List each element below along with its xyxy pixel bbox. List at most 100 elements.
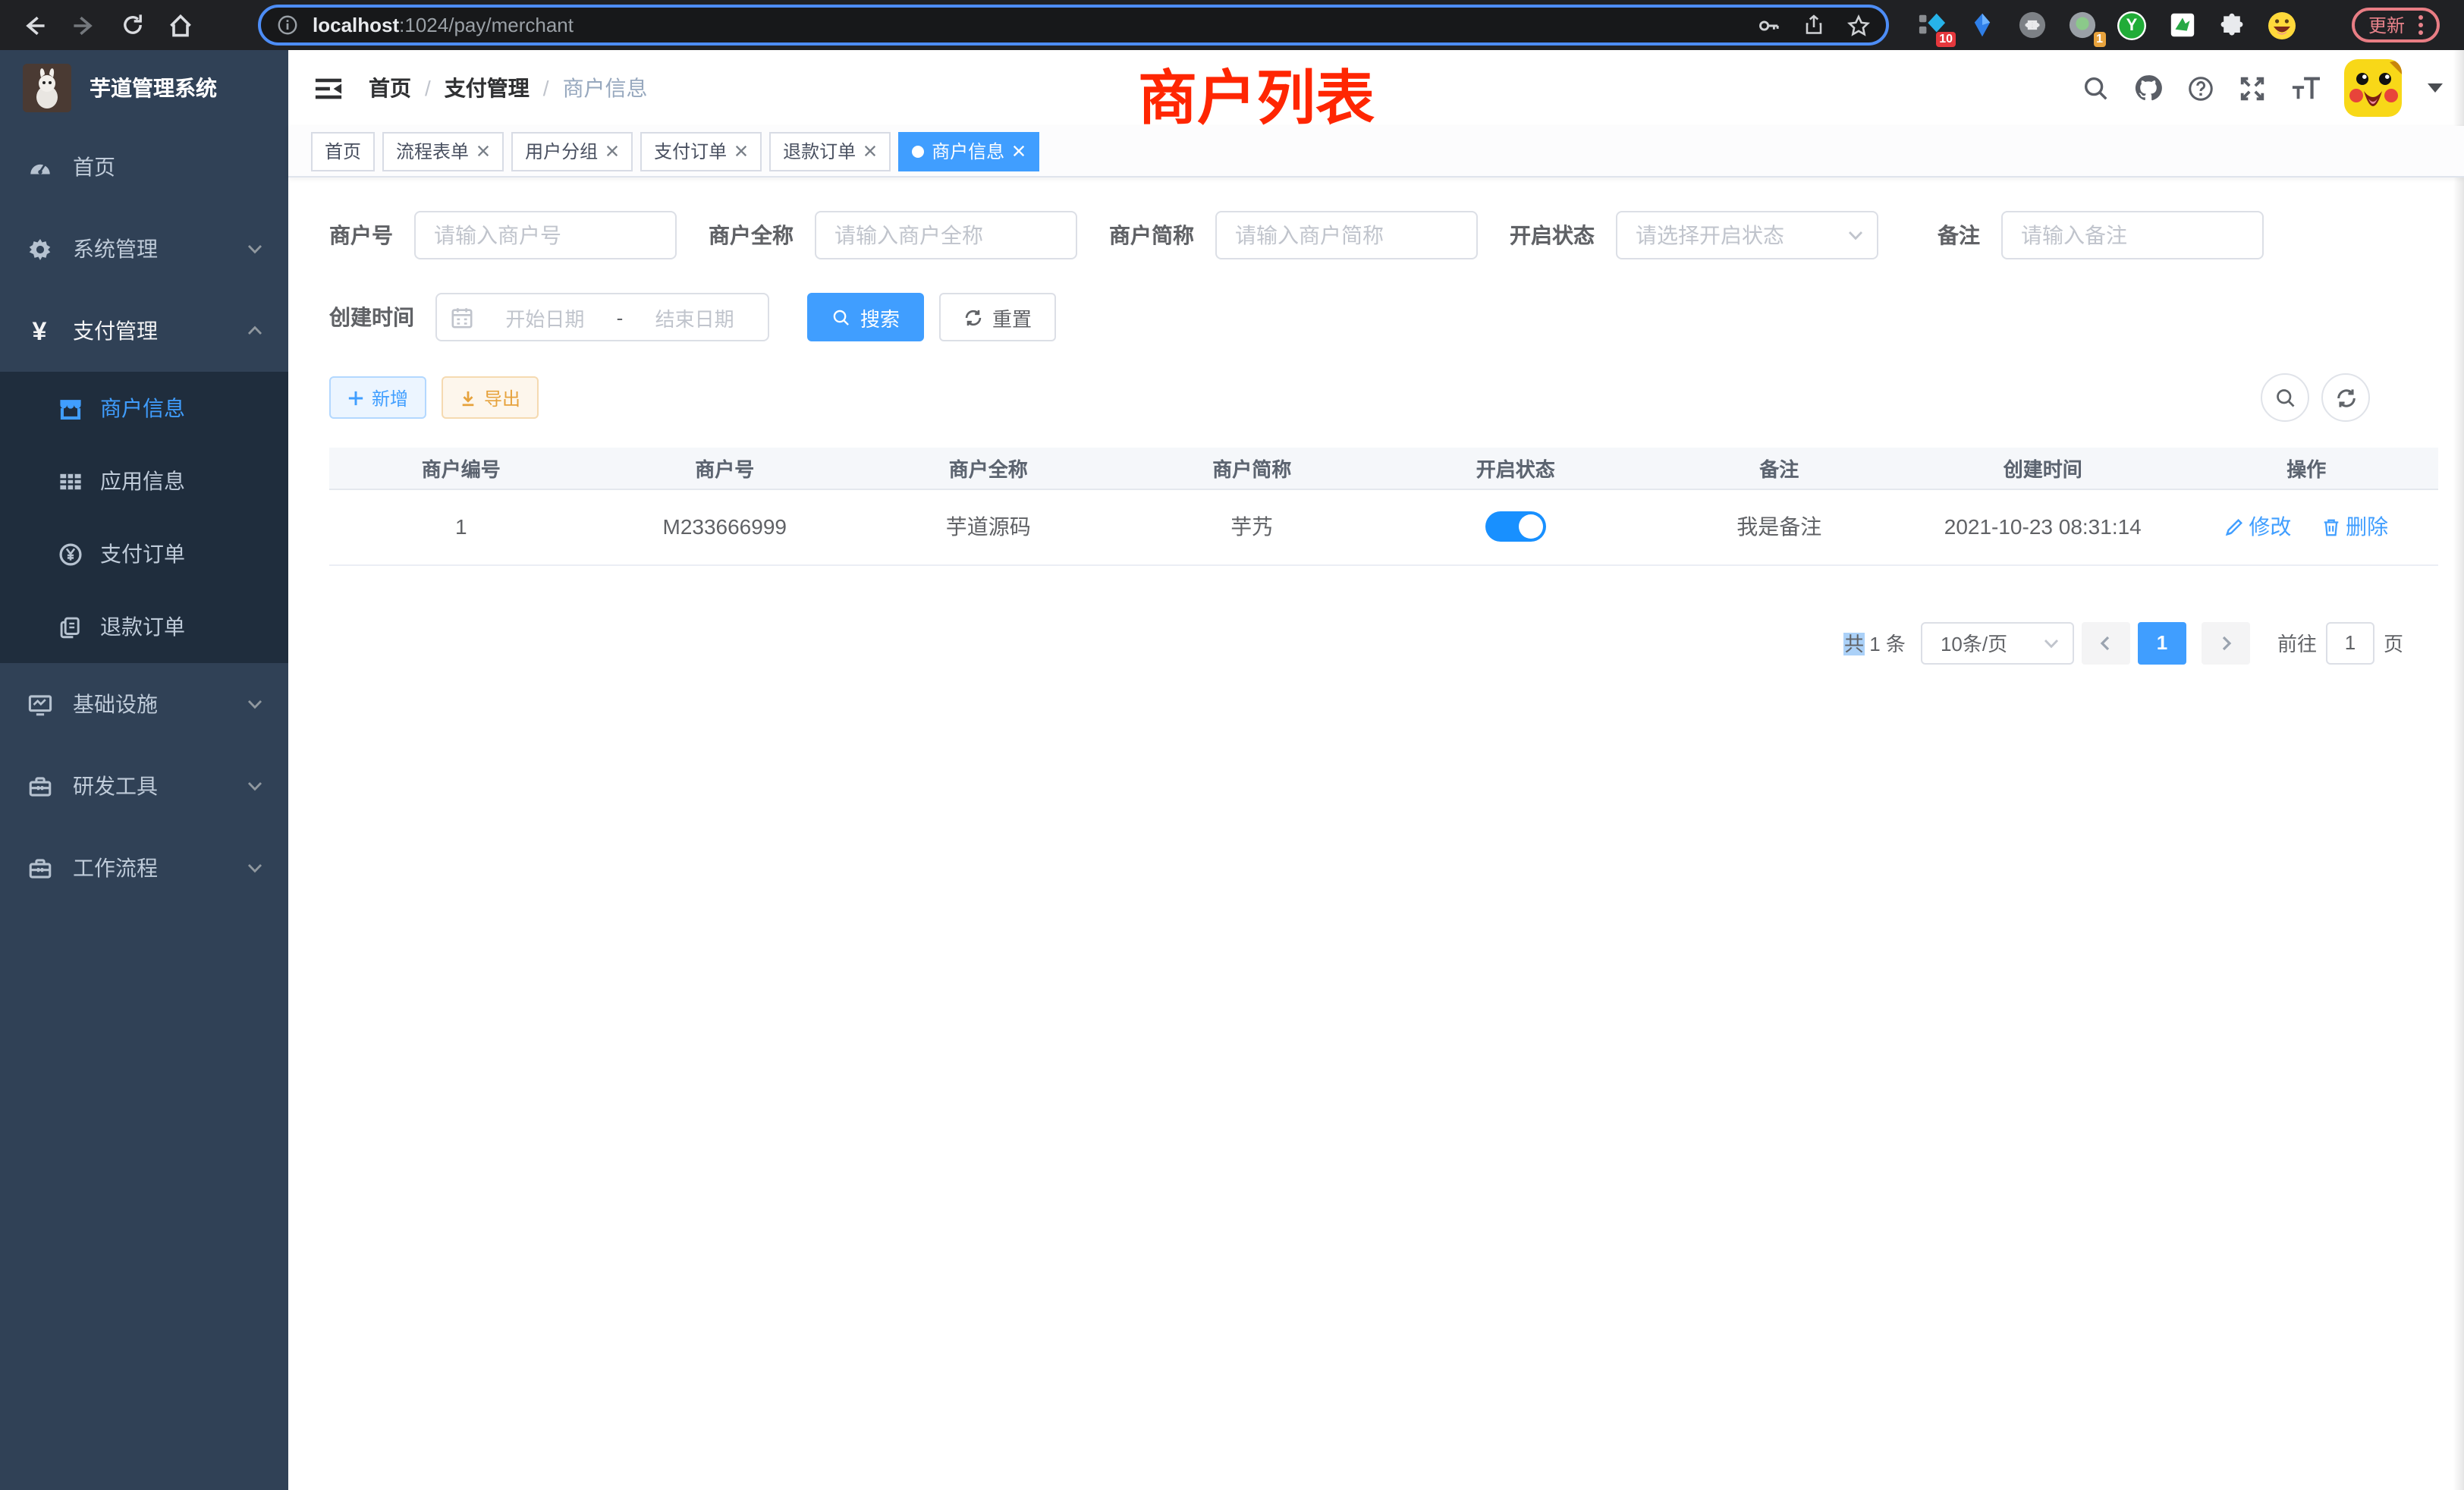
browser-toolbar: localhost:1024/pay/merchant 10 1 Y bbox=[0, 0, 2464, 50]
navbar-actions bbox=[2082, 59, 2443, 117]
header-search-icon[interactable] bbox=[2082, 74, 2110, 102]
full-name-input[interactable] bbox=[815, 211, 1077, 259]
breadcrumb-section[interactable]: 支付管理 bbox=[445, 73, 530, 103]
documents-icon bbox=[56, 614, 83, 640]
goto-label: 前往 bbox=[2277, 628, 2317, 657]
col-created-at: 创建时间 bbox=[1911, 448, 2175, 489]
range-separator: - bbox=[617, 306, 624, 328]
short-name-label: 商户简称 bbox=[1109, 220, 1194, 250]
merchant-no-input[interactable] bbox=[414, 211, 677, 259]
screen: localhost:1024/pay/merchant 10 1 Y bbox=[0, 0, 2464, 1490]
sidebar-item-dev-tools[interactable]: 研发工具 bbox=[0, 745, 288, 827]
github-icon[interactable] bbox=[2133, 73, 2164, 103]
sidebar-item-payment[interactable]: ¥ 支付管理 bbox=[0, 290, 288, 372]
extension-diamond-icon[interactable]: 10 bbox=[1916, 10, 1947, 40]
browser-menu-icon[interactable] bbox=[2418, 15, 2423, 35]
breadcrumb-separator: / bbox=[543, 76, 549, 100]
tab-home[interactable]: 首页 bbox=[311, 131, 375, 171]
browser-home-icon[interactable] bbox=[161, 5, 200, 45]
extension-kite-icon[interactable] bbox=[1966, 10, 1997, 40]
close-icon[interactable] bbox=[734, 144, 748, 158]
chevron-up-icon bbox=[246, 322, 264, 340]
tab-pay-orders[interactable]: 支付订单 bbox=[640, 131, 762, 171]
sidebar-item-home[interactable]: 首页 bbox=[0, 126, 288, 208]
status-select[interactable] bbox=[1616, 211, 1878, 259]
chrome-update-button[interactable]: 更新 bbox=[2352, 8, 2440, 42]
font-size-icon[interactable] bbox=[2290, 74, 2321, 102]
tab-process-form[interactable]: 流程表单 bbox=[382, 131, 504, 171]
refresh-button[interactable] bbox=[2321, 373, 2370, 422]
page-content: 商户号 商户全称 商户简称 开启状态 bbox=[288, 178, 2464, 1490]
start-date-placeholder[interactable]: 开始日期 bbox=[486, 303, 605, 332]
extension-proxy-icon[interactable]: 1 bbox=[2066, 10, 2097, 40]
export-button[interactable]: 导出 bbox=[442, 376, 539, 419]
end-date-placeholder[interactable]: 结束日期 bbox=[635, 303, 754, 332]
status-toggle-on[interactable] bbox=[1485, 511, 1546, 542]
edit-link[interactable]: 修改 bbox=[2224, 511, 2291, 542]
app-logo-row[interactable]: 芋道管理系统 bbox=[0, 50, 288, 126]
sidebar-item-merchant-info[interactable]: 商户信息 bbox=[0, 372, 288, 445]
main-area: 首页 / 支付管理 / 商户信息 首页 bbox=[288, 50, 2464, 1490]
date-range-picker[interactable]: 开始日期 - 结束日期 bbox=[435, 293, 769, 341]
prev-page-button[interactable] bbox=[2082, 621, 2130, 664]
sidebar-item-workflow[interactable]: 工作流程 bbox=[0, 827, 288, 909]
extension-y-icon[interactable]: Y bbox=[2117, 10, 2147, 40]
sidebar-item-infrastructure[interactable]: 基础设施 bbox=[0, 663, 288, 745]
cell-created-at: 2021-10-23 08:31:14 bbox=[1911, 489, 2175, 564]
hide-search-button[interactable] bbox=[2261, 373, 2309, 422]
yen-circle-icon bbox=[56, 541, 83, 567]
sidebar-item-system[interactable]: 系统管理 bbox=[0, 208, 288, 290]
short-name-input[interactable] bbox=[1215, 211, 1478, 259]
delete-link[interactable]: 删除 bbox=[2321, 511, 2388, 542]
tab-merchant-info[interactable]: 商户信息 bbox=[898, 131, 1039, 171]
share-icon[interactable] bbox=[1802, 14, 1825, 36]
sidebar-item-pay-orders[interactable]: 支付订单 bbox=[0, 517, 288, 590]
breadcrumb: 首页 / 支付管理 / 商户信息 bbox=[369, 73, 648, 103]
password-key-icon[interactable] bbox=[1757, 13, 1781, 37]
reset-button[interactable]: 重置 bbox=[939, 293, 1056, 341]
tab-user-group[interactable]: 用户分组 bbox=[511, 131, 633, 171]
browser-back-icon[interactable] bbox=[15, 5, 55, 45]
briefcase-icon bbox=[26, 855, 53, 881]
col-merchant-id: 商户编号 bbox=[329, 448, 593, 489]
add-button[interactable]: 新增 bbox=[329, 376, 426, 419]
page-1-button[interactable]: 1 bbox=[2138, 621, 2186, 664]
goto-page-input[interactable] bbox=[2326, 621, 2374, 664]
breadcrumb-separator: / bbox=[425, 76, 431, 100]
site-info-icon[interactable] bbox=[276, 14, 299, 36]
address-bar[interactable]: localhost:1024/pay/merchant bbox=[258, 5, 1889, 46]
breadcrumb-home[interactable]: 首页 bbox=[369, 73, 411, 103]
remark-input[interactable] bbox=[2001, 211, 2264, 259]
status-select-input[interactable] bbox=[1616, 211, 1878, 259]
browser-forward-icon[interactable] bbox=[64, 5, 103, 45]
extensions-puzzle-icon[interactable] bbox=[2217, 10, 2247, 40]
close-icon[interactable] bbox=[605, 144, 619, 158]
extension-command-icon[interactable] bbox=[2016, 10, 2047, 40]
extension-leaf-icon[interactable] bbox=[2167, 10, 2197, 40]
sidebar-item-app-info[interactable]: 应用信息 bbox=[0, 445, 288, 517]
page-size-select[interactable]: 10条/页 bbox=[1921, 621, 2074, 664]
fullscreen-icon[interactable] bbox=[2238, 74, 2267, 102]
next-page-button[interactable] bbox=[2202, 621, 2250, 664]
gear-icon bbox=[26, 236, 53, 262]
col-actions: 操作 bbox=[2175, 448, 2439, 489]
bookmark-star-icon[interactable] bbox=[1846, 13, 1871, 37]
browser-reload-icon[interactable] bbox=[112, 5, 152, 45]
user-avatar[interactable] bbox=[2344, 59, 2402, 117]
table-row: 1 M233666999 芋道源码 芋艿 我是备注 2021-10-23 08:… bbox=[329, 489, 2438, 564]
close-icon[interactable] bbox=[1012, 144, 1026, 158]
avatar-caret-down-icon[interactable] bbox=[2428, 83, 2443, 93]
close-icon[interactable] bbox=[476, 144, 490, 158]
tab-refund-orders[interactable]: 退款订单 bbox=[769, 131, 891, 171]
col-merchant-no: 商户号 bbox=[593, 448, 857, 489]
help-icon[interactable] bbox=[2186, 74, 2215, 102]
profile-emoji-avatar[interactable] bbox=[2267, 10, 2297, 40]
sidebar-fold-icon[interactable] bbox=[314, 74, 343, 102]
col-remark: 备注 bbox=[1648, 448, 1912, 489]
merchant-table: 商户编号 商户号 商户全称 商户简称 开启状态 备注 创建时间 操作 1 bbox=[329, 448, 2438, 565]
search-button[interactable]: 搜索 bbox=[807, 293, 924, 341]
app-title: 芋道管理系统 bbox=[90, 73, 217, 103]
sidebar-item-refund-orders[interactable]: 退款订单 bbox=[0, 590, 288, 663]
table-actions-row: 新增 导出 bbox=[329, 373, 2440, 422]
close-icon[interactable] bbox=[863, 144, 877, 158]
